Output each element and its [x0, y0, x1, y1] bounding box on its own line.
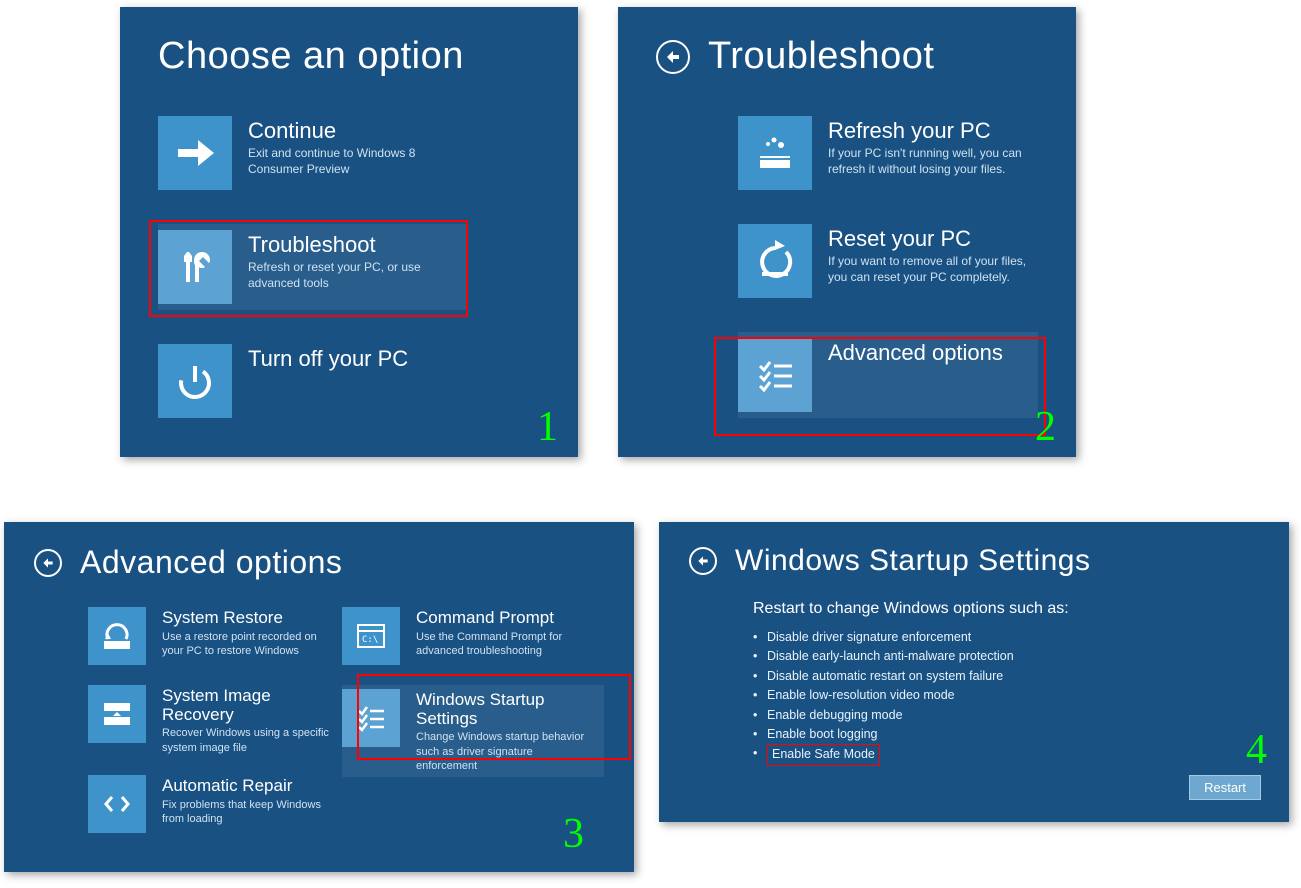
checklist-icon: [342, 689, 400, 747]
panel4-header: Windows Startup Settings: [689, 544, 1259, 578]
bullet-item: Disable automatic restart on system fail…: [753, 667, 1259, 686]
panel-advanced-options: Advanced options System Restore Use a re…: [4, 522, 634, 872]
tile-advanced-options[interactable]: Advanced options: [738, 332, 1038, 418]
step-number-4: 4: [1246, 726, 1267, 774]
tile-desc: Use a restore point recorded on your PC …: [162, 630, 332, 659]
panel2-title: Troubleshoot: [708, 35, 934, 78]
tile-system-restore[interactable]: System Restore Use a restore point recor…: [88, 607, 332, 665]
back-icon[interactable]: [656, 40, 690, 74]
tile-title: System Restore: [162, 609, 332, 628]
bullet-item: Enable debugging mode: [753, 706, 1259, 725]
tile-startup-settings[interactable]: Windows Startup Settings Change Windows …: [342, 685, 604, 777]
tile-title: System Image Recovery: [162, 687, 332, 724]
tile-desc: Recover Windows using a specific system …: [162, 726, 332, 755]
back-icon[interactable]: [689, 547, 717, 575]
panel-startup-settings: Windows Startup Settings Restart to chan…: [659, 522, 1289, 822]
tile-title: Refresh your PC: [828, 118, 1038, 143]
bullet-item: Enable boot logging: [753, 725, 1259, 744]
step-number-1: 1: [537, 403, 558, 451]
tile-desc: Exit and continue to Windows 8 Consumer …: [248, 145, 468, 177]
checklist-icon: [738, 338, 812, 412]
restart-button[interactable]: Restart: [1189, 775, 1261, 800]
tile-turn-off[interactable]: Turn off your PC: [158, 344, 540, 418]
tile-desc: Fix problems that keep Windows from load…: [162, 798, 332, 827]
panel1-title: Choose an option: [158, 35, 540, 78]
bullet-item: Enable low-resolution video mode: [753, 686, 1259, 705]
tile-continue[interactable]: Continue Exit and continue to Windows 8 …: [158, 116, 540, 190]
panel3-header: Advanced options: [34, 544, 604, 581]
tile-title: Troubleshoot: [248, 232, 462, 257]
svg-text:C:\: C:\: [362, 635, 378, 645]
bullet-item: Enable Safe Mode: [753, 744, 1259, 765]
highlight-safe-mode: Enable Safe Mode: [767, 744, 880, 765]
stage: Choose an option Continue Exit and conti…: [0, 0, 1301, 888]
tile-title: Command Prompt: [416, 609, 596, 628]
refresh-icon: [738, 116, 812, 190]
tile-refresh-pc[interactable]: Refresh your PC If your PC isn't running…: [738, 116, 1038, 190]
power-icon: [158, 344, 232, 418]
tools-icon: [158, 230, 232, 304]
tile-desc: Refresh or reset your PC, or use advance…: [248, 259, 462, 291]
tile-desc: If your PC isn't running well, you can r…: [828, 145, 1038, 177]
reset-icon: [738, 224, 812, 298]
tile-desc: If you want to remove all of your files,…: [828, 253, 1038, 285]
panel2-header: Troubleshoot: [656, 35, 1038, 78]
panel-choose-option: Choose an option Continue Exit and conti…: [120, 7, 578, 457]
terminal-icon: C:\: [342, 607, 400, 665]
tile-desc: Use the Command Prompt for advanced trou…: [416, 630, 596, 659]
tile-reset-pc[interactable]: Reset your PC If you want to remove all …: [738, 224, 1038, 298]
tile-title: Automatic Repair: [162, 777, 332, 796]
bullet-item: Disable driver signature enforcement: [753, 628, 1259, 647]
startup-options-list: Disable driver signature enforcement Dis…: [753, 628, 1259, 766]
tile-title: Continue: [248, 118, 468, 143]
panel4-subtitle: Restart to change Windows options such a…: [753, 600, 1259, 618]
back-icon[interactable]: [34, 549, 62, 577]
tile-title: Windows Startup Settings: [416, 691, 600, 728]
arrow-right-icon: [158, 116, 232, 190]
tile-automatic-repair[interactable]: Automatic Repair Fix problems that keep …: [88, 775, 332, 833]
disk-stack-icon: [88, 685, 146, 743]
tile-title: Turn off your PC: [248, 346, 408, 371]
tile-title: Reset your PC: [828, 226, 1038, 251]
tile-troubleshoot[interactable]: Troubleshoot Refresh or reset your PC, o…: [158, 224, 468, 310]
repair-icon: [88, 775, 146, 833]
tile-desc: Change Windows startup behavior such as …: [416, 730, 596, 773]
panel3-title: Advanced options: [80, 544, 342, 581]
step-number-3: 3: [563, 810, 584, 858]
tile-system-image-recovery[interactable]: System Image Recovery Recover Windows us…: [88, 685, 332, 755]
step-number-2: 2: [1035, 403, 1056, 451]
restore-icon: [88, 607, 146, 665]
panel-troubleshoot: Troubleshoot Refresh your PC If your PC …: [618, 7, 1076, 457]
tile-title: Advanced options: [828, 340, 1003, 365]
panel4-title: Windows Startup Settings: [735, 544, 1091, 578]
tile-command-prompt[interactable]: C:\ Command Prompt Use the Command Promp…: [342, 607, 604, 665]
bullet-item: Disable early-launch anti-malware protec…: [753, 647, 1259, 666]
